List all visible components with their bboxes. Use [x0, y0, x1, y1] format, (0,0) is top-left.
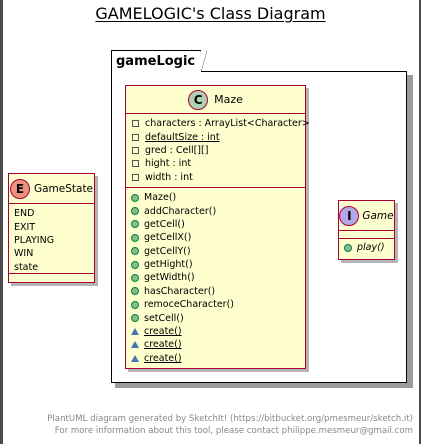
package-tab-label: gameLogic: [111, 50, 208, 72]
field-row: characters : ArrayList<Character>: [126, 117, 310, 130]
footer-generator-line: PlantUML diagram generated by SketchIt! …: [47, 414, 413, 424]
method-row: remoceCharacter(): [126, 298, 305, 311]
private-field-icon: [132, 173, 139, 181]
enum-value: END: [14, 208, 35, 220]
method-row: getHight(): [126, 258, 305, 271]
method-row: hasCharacter(): [126, 285, 305, 298]
enum-gamestate-name: GameState: [33, 182, 94, 195]
field-row: gred : Cell[][]: [126, 144, 305, 157]
interface-game[interactable]: I Game play(): [338, 200, 395, 260]
interface-game-methods: play(): [339, 239, 394, 254]
enum-value: state: [14, 261, 39, 273]
footer: PlantUML diagram generated by SketchIt! …: [47, 413, 413, 437]
class-maze-header: C Maze: [126, 86, 305, 113]
method-row: create(): [126, 338, 305, 351]
field-row: width : int: [126, 171, 305, 184]
public-method-icon: [131, 274, 139, 282]
diagram-title: GAMELOGIC's Class Diagram: [95, 4, 326, 23]
private-field-icon: [132, 120, 139, 128]
private-field-icon: [132, 160, 139, 168]
public-method-icon: [131, 194, 139, 202]
interface-game-empty-fields: [339, 231, 394, 238]
public-method-icon: [131, 207, 139, 215]
package-method-icon: [131, 328, 139, 336]
public-method-icon: [131, 314, 139, 322]
enum-stereotype-icon: E: [9, 178, 30, 199]
method-row: create(): [126, 325, 305, 338]
enum-gamestate[interactable]: E GameState END EXIT PLAYING WIN state: [8, 173, 95, 283]
footer-contact-line: For more information about this tool, pl…: [54, 426, 413, 436]
public-method-icon: [131, 287, 139, 295]
enum-gamestate-header: E GameState: [9, 174, 94, 203]
public-method-icon: [344, 244, 352, 252]
class-stereotype-icon: C: [188, 89, 209, 110]
class-maze-fields: characters : ArrayList<Character> defaul…: [126, 114, 310, 187]
method-row: play(): [339, 241, 394, 254]
interface-game-header: I Game: [339, 201, 394, 230]
method-row: setCell(): [126, 311, 305, 324]
public-method-icon: [131, 234, 139, 242]
enum-value: EXIT: [14, 221, 36, 233]
method-row: getCellX(): [126, 231, 305, 244]
package-method-icon: [131, 354, 139, 362]
class-maze-name: Maze: [214, 93, 243, 106]
package-method-icon: [131, 341, 139, 349]
enum-value: PLAYING: [14, 234, 55, 246]
enum-value: WIN: [14, 248, 34, 260]
enum-gamestate-bottom-separator: [9, 273, 94, 274]
public-method-icon: [131, 220, 139, 228]
public-method-icon: [131, 261, 139, 269]
interface-stereotype-icon: I: [339, 205, 360, 226]
private-field-icon: [132, 146, 139, 154]
field-row: hight : int: [126, 157, 305, 170]
window-left-edge: [0, 0, 3, 444]
interface-game-name: Game: [362, 209, 394, 222]
method-row: getCellY(): [126, 245, 305, 258]
method-row: Maze(): [126, 191, 305, 204]
class-maze[interactable]: C Maze characters : ArrayList<Character>…: [125, 85, 310, 369]
public-method-icon: [131, 301, 139, 309]
class-maze-methods: Maze() addCharacter() getCell() getCellX…: [126, 188, 305, 365]
method-row: create(): [126, 352, 305, 365]
method-row: getCell(): [126, 218, 305, 231]
public-method-icon: [131, 247, 139, 255]
method-row: addCharacter(): [126, 204, 305, 217]
private-field-icon: [132, 133, 139, 141]
field-row: defaultSize : int: [126, 130, 305, 143]
method-row: getWidth(): [126, 271, 305, 284]
enum-gamestate-values: END EXIT PLAYING WIN state: [9, 204, 94, 274]
